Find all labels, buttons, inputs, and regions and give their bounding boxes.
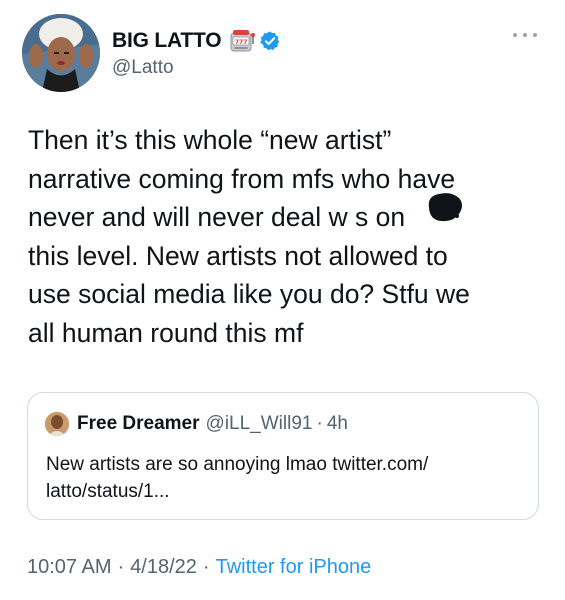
quoted-author-handle[interactable]: @iLL_Will91: [206, 413, 313, 435]
more-dot: [533, 33, 537, 37]
censor-scribble: [428, 193, 462, 222]
quoted-tweet-text: New artists are so annoying lmao twitter…: [46, 454, 429, 502]
quoted-tweet-card[interactable]: Free Dreamer @iLL_Will91 · 4h New artist…: [27, 392, 539, 520]
author-avatar[interactable]: [22, 14, 100, 92]
tweet-header: BIG LATTO 777 @Latto: [22, 14, 547, 94]
more-options-icon[interactable]: [513, 30, 537, 40]
author-handle[interactable]: @Latto: [112, 57, 281, 79]
svg-text:777: 777: [235, 39, 248, 46]
meta-separator: ·: [202, 556, 210, 578]
tweet-date[interactable]: 4/18/22: [130, 556, 197, 579]
more-dot: [513, 33, 517, 37]
quoted-tweet-header: Free Dreamer @iLL_Will91 · 4h: [45, 411, 348, 437]
tweet-meta: 10:07 AM · 4/18/22 · Twitter for iPhone: [27, 556, 371, 579]
more-dot: [523, 33, 527, 37]
quoted-tweet-time[interactable]: 4h: [327, 413, 348, 435]
author-names: BIG LATTO 777 @Latto: [112, 26, 281, 79]
tweet-source-link[interactable]: Twitter for iPhone: [216, 556, 372, 579]
author-name-row: BIG LATTO 777: [112, 26, 281, 56]
quoted-author-avatar[interactable]: [45, 412, 69, 436]
quoted-separator: ·: [316, 413, 323, 434]
tweet-time[interactable]: 10:07 AM: [27, 556, 112, 579]
quoted-author-name[interactable]: Free Dreamer: [77, 413, 200, 435]
verified-badge-icon: [260, 31, 280, 51]
tweet-text: Then it’s this whole “new artist” narrat…: [28, 125, 470, 348]
meta-separator: ·: [117, 556, 125, 578]
slot-machine-icon: 777: [230, 30, 256, 52]
author-display-name[interactable]: BIG LATTO: [112, 29, 222, 53]
